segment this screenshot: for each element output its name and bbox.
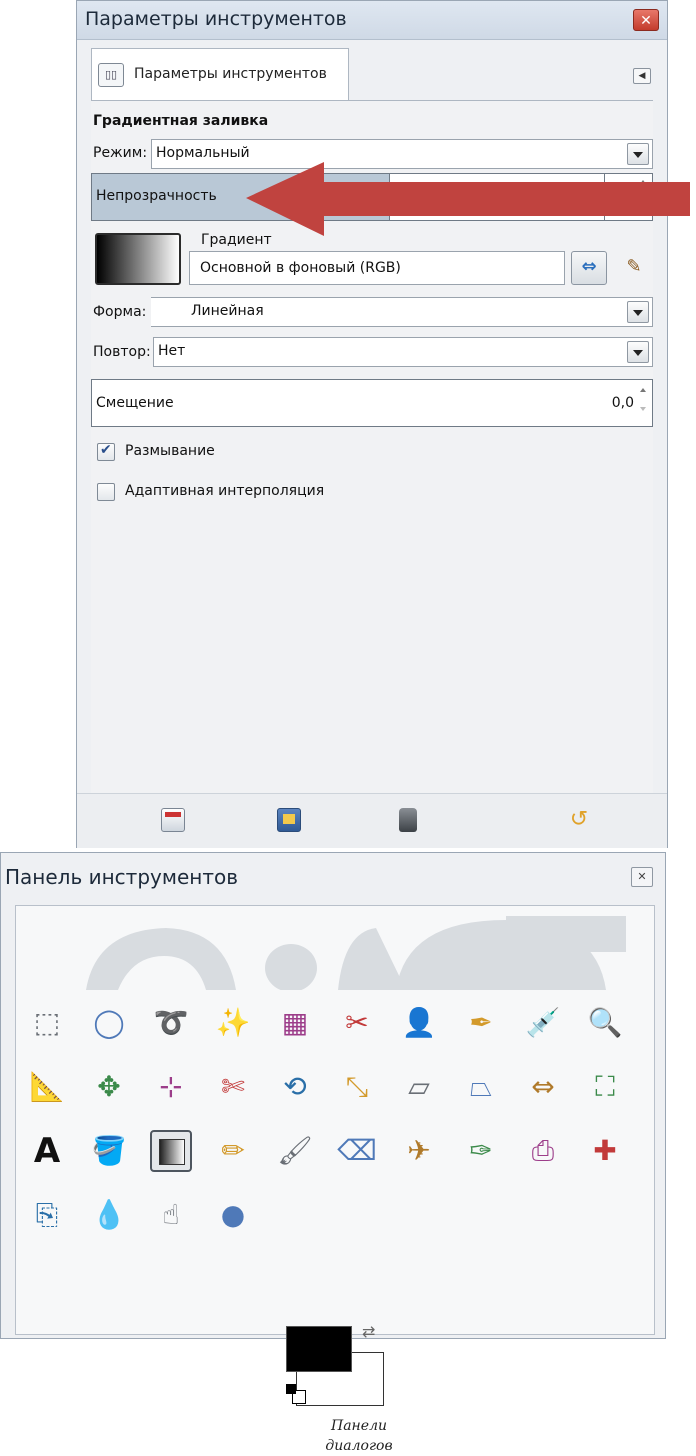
toolbox-title: Панель инструментов [5, 865, 238, 889]
paintbrush-icon[interactable]: 🖌 [274, 1130, 316, 1172]
opacity-label: Непрозрачность [96, 188, 217, 204]
tool-options-titlebar[interactable]: Параметры инструментов ✕ [77, 1, 667, 40]
tab-menu-icon[interactable]: ◀ [633, 68, 651, 84]
repeat-label: Повтор: [93, 344, 151, 360]
annotation-arrow [246, 162, 690, 236]
fuzzy-select-icon[interactable]: ✨ [212, 1002, 254, 1044]
close-icon[interactable]: ✕ [633, 9, 659, 31]
dither-label: Размывание [125, 443, 215, 459]
pencil-icon[interactable]: ✏ [212, 1130, 254, 1172]
text-icon[interactable]: A [26, 1130, 68, 1172]
mode-label: Режим: [93, 145, 148, 161]
tab-row: ▯▯ Параметры инструментов ◀ [91, 48, 653, 100]
tab-label: Параметры инструментов [134, 66, 327, 82]
scissors-select-icon[interactable]: ✂ [336, 1002, 378, 1044]
shape-label: Форма: [93, 304, 147, 320]
eraser-icon[interactable]: ⌫ [336, 1130, 378, 1172]
repeat-select[interactable]: Нет [153, 337, 653, 367]
cage-transform-icon[interactable]: ⛶ [584, 1066, 626, 1108]
annotation-arrow-shape [246, 162, 690, 236]
close-icon[interactable]: ✕ [631, 867, 653, 887]
flip-icon[interactable]: ⇔ [522, 1066, 564, 1108]
zoom-icon[interactable]: 🔍 [584, 1002, 626, 1044]
offset-spinner[interactable] [638, 384, 650, 422]
blend-gradient-swatch [159, 1139, 185, 1165]
align-icon[interactable]: ⊹ [150, 1066, 192, 1108]
save-options-icon[interactable] [161, 808, 185, 832]
blend-icon[interactable] [150, 1130, 192, 1172]
dialogs-label: Панели диалогов [304, 1416, 414, 1456]
shape-select[interactable]: Линейная [151, 297, 653, 327]
perspective-icon[interactable]: ⏢ [460, 1066, 502, 1108]
reverse-gradient-icon[interactable]: ⇔ [571, 251, 607, 285]
rotate-icon[interactable]: ⟲ [274, 1066, 316, 1108]
tool-options-icon: ▯▯ [98, 63, 124, 87]
gradient-value: Основной в фоновый (RGB) [200, 260, 401, 276]
blur-sharpen-icon[interactable]: 💧 [88, 1194, 130, 1236]
measure-icon[interactable]: 📐 [26, 1066, 68, 1108]
perspective-clone-icon[interactable]: ⎘ [26, 1194, 68, 1236]
dialogs-label-line2: диалогов [325, 1438, 393, 1454]
default-colors-icon[interactable] [286, 1384, 308, 1404]
offset-label: Смещение [96, 395, 174, 411]
tab-tool-options[interactable]: ▯▯ Параметры инструментов [91, 48, 349, 100]
adaptive-interpolation-checkbox[interactable] [97, 483, 115, 501]
color-select-icon[interactable]: ▦ [274, 1002, 316, 1044]
tool-options-bottom-bar: ↺ [77, 793, 667, 848]
free-select-icon[interactable]: ➰ [150, 1002, 192, 1044]
bucket-fill-icon[interactable]: 🪣 [88, 1130, 130, 1172]
scale-icon[interactable]: ⤡ [336, 1066, 378, 1108]
gradient-preview-button[interactable] [95, 233, 181, 285]
delete-options-icon[interactable] [399, 808, 417, 832]
crop-icon[interactable]: ✄ [212, 1066, 254, 1108]
adaptive-interpolation-label: Адаптивная интерполяция [125, 483, 325, 499]
paths-icon[interactable]: ✒ [460, 1002, 502, 1044]
offset-value: 0,0 [611, 395, 634, 411]
dialogs-label-line1: Панели [331, 1418, 387, 1434]
repeat-value: Нет [158, 343, 186, 359]
dither-checkbox[interactable] [97, 442, 115, 461]
chevron-down-icon[interactable] [627, 301, 649, 323]
clone-icon[interactable]: ⎙ [522, 1130, 564, 1172]
tool-options-title: Параметры инструментов [85, 8, 347, 30]
foreground-select-icon[interactable]: 👤 [398, 1002, 440, 1044]
gradient-name-field[interactable]: Основной в фоновый (RGB) [189, 251, 565, 285]
airbrush-icon[interactable]: ✈ [398, 1130, 440, 1172]
color-picker-icon[interactable]: 💉 [522, 1002, 564, 1044]
smudge-icon[interactable]: ☝ [150, 1194, 192, 1236]
dodge-burn-icon[interactable]: ● [212, 1194, 254, 1236]
move-icon[interactable]: ✥ [88, 1066, 130, 1108]
spin-down-icon[interactable] [638, 403, 650, 422]
restore-options-icon[interactable] [277, 808, 301, 832]
rect-select-icon[interactable]: ⬚ [26, 1002, 68, 1044]
tool-options-window: Параметры инструментов ✕ ▯▯ Параметры ин… [76, 0, 668, 848]
offset-spinbox[interactable]: Смещение 0,0 [91, 379, 653, 427]
reset-options-icon[interactable]: ↺ [567, 808, 591, 832]
wilber-logo [86, 916, 626, 990]
spin-up-icon[interactable] [638, 384, 650, 403]
mode-value: Нормальный [156, 145, 250, 161]
edit-gradient-icon[interactable]: ✎ [621, 253, 647, 281]
chevron-down-icon[interactable] [627, 341, 649, 363]
shape-value: Линейная [191, 303, 264, 319]
toolbox-window: Панель инструментов ✕ ⬚ ◯ ➰ ✨ ▦ ✂ 👤 ✒ 💉 🔍 📐 ✥ ⊹ ✄ ⟲ ⤡ ▱ ⏢… [0, 852, 666, 1339]
shear-icon[interactable]: ▱ [398, 1066, 440, 1108]
toolbox-panel: ⬚ ◯ ➰ ✨ ▦ ✂ 👤 ✒ 💉 🔍 📐 ✥ ⊹ ✄ ⟲ ⤡ ▱ ⏢ ⇔ ⛶ A 🪣 ✏ 🖌 ⌫ ✈ ✑ ⎙ ✚ ⎘ 💧 ☝ ● [15, 905, 655, 1335]
foreground-color-swatch[interactable] [286, 1326, 352, 1372]
ink-icon[interactable]: ✑ [460, 1130, 502, 1172]
swap-colors-icon[interactable]: ⇄ [362, 1322, 375, 1341]
ellipse-select-icon[interactable]: ◯ [88, 1002, 130, 1044]
heal-icon[interactable]: ✚ [584, 1130, 626, 1172]
section-title: Градиентная заливка [93, 113, 269, 129]
